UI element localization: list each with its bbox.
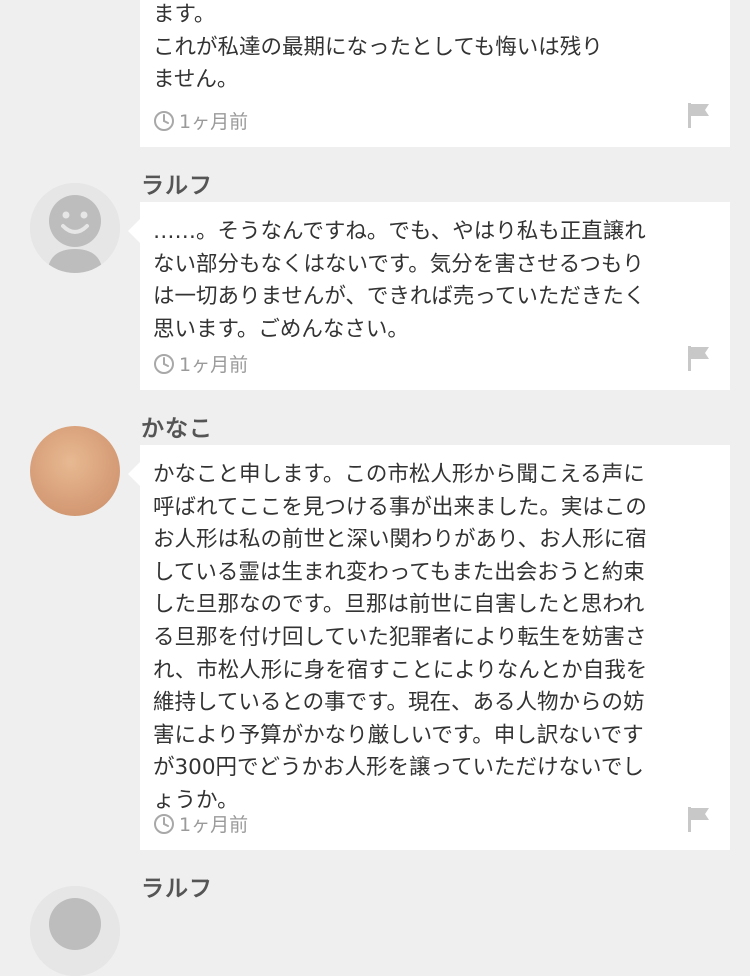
comment-timestamp: 1ヶ月前: [179, 814, 249, 836]
comment-line: は一切ありませんが、できれば売っていただきたく: [153, 284, 646, 310]
bubble-tail: [128, 462, 140, 486]
comment-body: ……。そうなんですね。でも、やはり私も正直譲れ ない部分もなくはないです。気分を…: [153, 216, 718, 346]
comment-line: が300円でどうかお人形を譲っていただけないでし: [153, 755, 644, 781]
comment-thread: ます。 これが私達の最期になったとしても悔いは残り ません。 1ヶ月前 ラルフ: [0, 0, 750, 976]
comment-line: ……。そうなんですね。でも、やはり私も正直譲れ: [153, 219, 646, 244]
comment-meta: 1ヶ月前: [153, 810, 248, 837]
comment-username[interactable]: ラルフ: [141, 869, 213, 903]
clock-icon: [154, 813, 174, 834]
comment-meta: 1ヶ月前: [153, 350, 248, 377]
comment-line: 維持しているとの事です。現在、ある人物からの妨: [153, 690, 645, 716]
comment-line: 思います。ごめんなさい。: [153, 316, 409, 342]
photo-avatar[interactable]: [30, 426, 120, 516]
flag-icon[interactable]: [686, 805, 712, 833]
comment-bubble: かなこと申します。この市松人形から聞こえる声に 呼ばれてここを見つける事が出来ま…: [128, 445, 730, 850]
comment-body: ます。 これが私達の最期になったとしても悔いは残り ません。: [153, 0, 718, 97]
comment-line: かなこと申します。この市松人形から聞こえる声に: [153, 462, 645, 487]
comment-timestamp: 1ヶ月前: [179, 111, 249, 133]
comment-line: ません。: [153, 67, 239, 93]
comment-username[interactable]: ラルフ: [141, 166, 213, 200]
comment-timestamp: 1ヶ月前: [179, 354, 249, 376]
clock-icon: [154, 110, 174, 131]
comment-line: れ、市松人形に身を宿すことによりなんとか自我を: [153, 657, 648, 683]
default-user-icon: [30, 886, 120, 976]
avatar[interactable]: [30, 886, 120, 976]
default-user-icon: [30, 183, 120, 273]
comment-bubble: ます。 これが私達の最期になったとしても悔いは残り ません。 1ヶ月前: [140, 0, 730, 147]
flag-icon[interactable]: [686, 101, 712, 129]
comment-line: した旦那なのです。旦那は前世に自害したと思われ: [153, 592, 645, 618]
comment-line: る旦那を付け回していた犯罪者により転生を妨害さ: [153, 624, 647, 650]
comment-line: ます。: [153, 2, 216, 27]
bubble-tail: [128, 219, 140, 243]
comment-line: している霊は生まれ変わってもまた出会おうと約束: [153, 559, 645, 585]
comment-bubble: ……。そうなんですね。でも、やはり私も正直譲れ ない部分もなくはないです。気分を…: [128, 202, 730, 390]
comment-line: お人形は私の前世と深い関わりがあり、お人形に宿: [153, 527, 647, 553]
comment-line: 呼ばれてここを見つける事が出来ました。実はこの: [153, 494, 647, 520]
comment-username[interactable]: かなこ: [141, 409, 213, 443]
clock-icon: [154, 353, 174, 374]
flag-icon[interactable]: [686, 344, 712, 372]
comment-line: これが私達の最期になったとしても悔いは残り: [153, 34, 603, 60]
comment-line: ない部分もなくはないです。気分を害させるつもり: [153, 251, 644, 277]
comment-line: 害により予算がかなり厳しいです。申し訳ないです: [153, 722, 644, 748]
comment-meta: 1ヶ月前: [153, 107, 248, 134]
comment-body: かなこと申します。この市松人形から聞こえる声に 呼ばれてここを見つける事が出来ま…: [153, 459, 718, 818]
avatar[interactable]: [30, 183, 120, 273]
